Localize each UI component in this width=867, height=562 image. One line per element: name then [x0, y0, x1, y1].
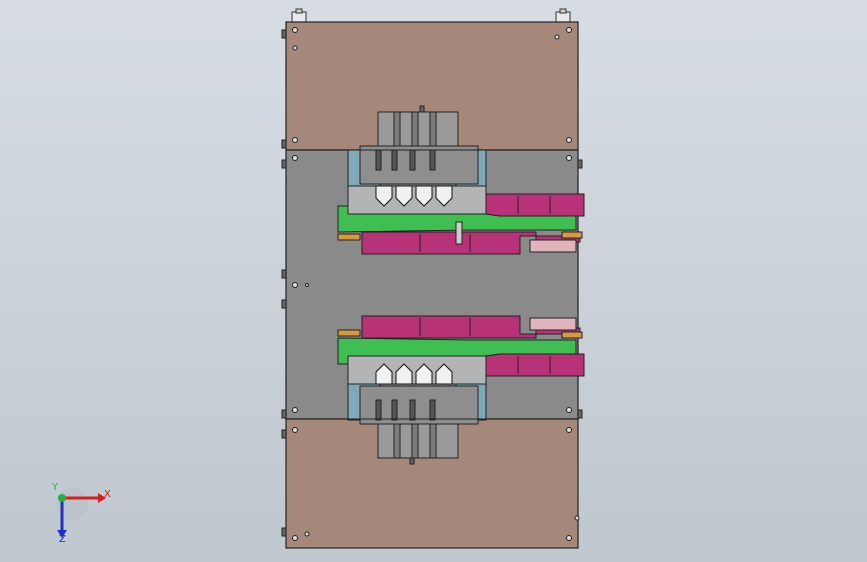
- upper-magenta-slide-top[interactable]: [485, 193, 585, 217]
- x-axis-label: X: [104, 489, 111, 500]
- z-axis-label: Z: [59, 534, 66, 545]
- lifting-lug-top-right: [555, 8, 571, 23]
- y-axis-marker: [58, 494, 66, 502]
- lower-magenta-slide-bottom[interactable]: [485, 353, 585, 377]
- lifting-lug-top-left: [291, 8, 307, 23]
- y-axis-label: Y: [51, 482, 59, 493]
- coordinate-triad: X Z Y: [51, 482, 111, 545]
- cad-viewport[interactable]: [0, 0, 867, 562]
